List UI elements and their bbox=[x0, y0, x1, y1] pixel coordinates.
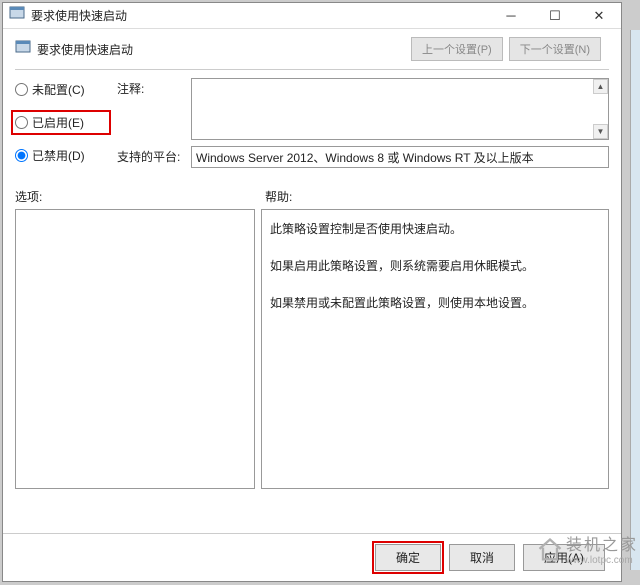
radio-not-configured-input[interactable] bbox=[15, 83, 28, 96]
help-text-3: 如果禁用或未配置此策略设置，则使用本地设置。 bbox=[270, 292, 600, 315]
page-title: 要求使用快速启动 bbox=[37, 41, 411, 58]
next-setting-button[interactable]: 下一个设置(N) bbox=[509, 37, 601, 61]
radio-not-configured-label: 未配置(C) bbox=[32, 81, 85, 98]
titlebar: 要求使用快速启动 ─ ☐ ✕ bbox=[3, 3, 621, 29]
radio-disabled-label: 已禁用(D) bbox=[32, 147, 85, 164]
help-text-2: 如果启用此策略设置，则系统需要启用休眠模式。 bbox=[270, 255, 600, 278]
options-panel bbox=[15, 209, 255, 489]
comment-label: 注释: bbox=[117, 78, 183, 140]
help-text-1: 此策略设置控制是否使用快速启动。 bbox=[270, 218, 600, 241]
divider bbox=[15, 69, 609, 70]
options-label: 选项: bbox=[15, 188, 265, 205]
help-panel: 此策略设置控制是否使用快速启动。 如果启用此策略设置，则系统需要启用休眠模式。 … bbox=[261, 209, 609, 489]
page-icon bbox=[15, 39, 31, 60]
scroll-down-icon[interactable]: ▼ bbox=[593, 124, 608, 139]
comment-textarea[interactable]: ▲ ▼ bbox=[191, 78, 609, 140]
app-icon bbox=[9, 5, 25, 26]
platform-value: Windows Server 2012、Windows 8 或 Windows … bbox=[191, 146, 609, 168]
ok-button[interactable]: 确定 bbox=[375, 544, 441, 571]
scroll-up-icon[interactable]: ▲ bbox=[593, 79, 608, 94]
dialog-footer: 确定 取消 应用(A) bbox=[3, 533, 621, 581]
dialog-window: 要求使用快速启动 ─ ☐ ✕ 要求使用快速启动 上一个设置(P) 下一个设置(N… bbox=[2, 2, 622, 582]
close-button[interactable]: ✕ bbox=[577, 3, 621, 28]
help-label: 帮助: bbox=[265, 188, 292, 205]
cancel-button[interactable]: 取消 bbox=[449, 544, 515, 571]
radio-enabled-label: 已启用(E) bbox=[32, 114, 84, 131]
radio-enabled-input[interactable] bbox=[15, 116, 28, 129]
radio-disabled-input[interactable] bbox=[15, 149, 28, 162]
prev-setting-button[interactable]: 上一个设置(P) bbox=[411, 37, 503, 61]
window-title: 要求使用快速启动 bbox=[31, 7, 489, 24]
apply-button[interactable]: 应用(A) bbox=[523, 544, 605, 571]
maximize-button[interactable]: ☐ bbox=[533, 3, 577, 28]
minimize-button[interactable]: ─ bbox=[489, 3, 533, 28]
radio-disabled[interactable]: 已禁用(D) bbox=[15, 147, 107, 164]
radio-enabled[interactable]: 已启用(E) bbox=[11, 110, 111, 135]
radio-not-configured[interactable]: 未配置(C) bbox=[15, 81, 107, 98]
platform-label: 支持的平台: bbox=[117, 146, 183, 168]
